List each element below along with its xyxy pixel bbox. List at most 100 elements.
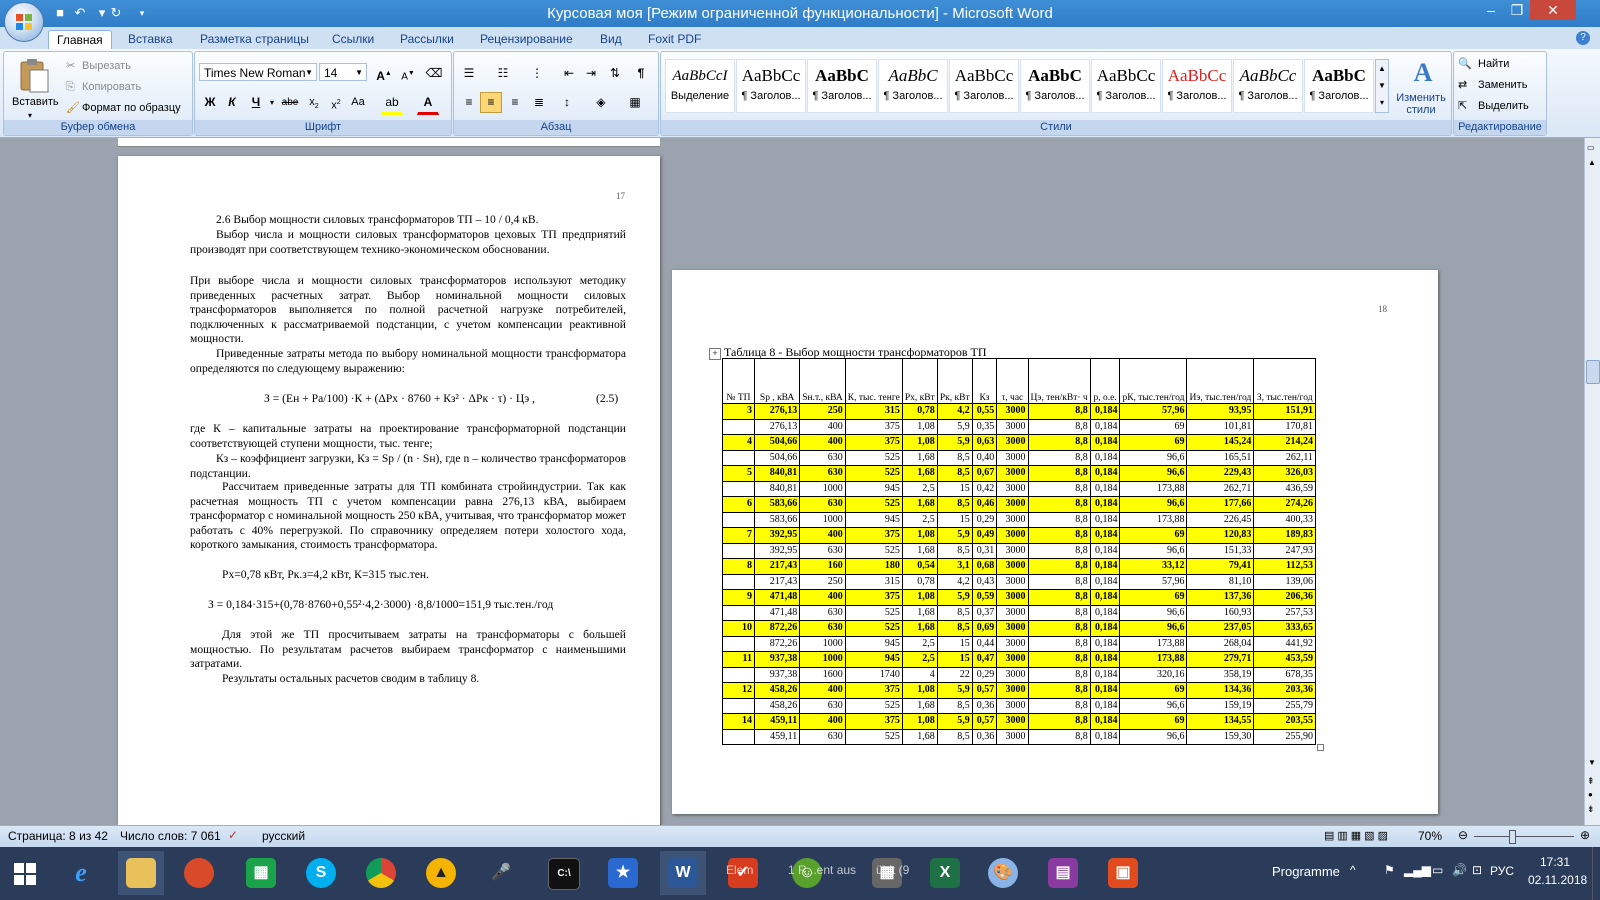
scroll-thumb[interactable] bbox=[1586, 360, 1600, 384]
multilevel-list-icon[interactable]: ⋮ bbox=[526, 63, 548, 84]
tab-review[interactable]: Рецензирование bbox=[472, 30, 581, 49]
bullets-icon[interactable]: ☰ bbox=[458, 63, 480, 84]
format-painter-icon[interactable]: 🖌 bbox=[66, 99, 80, 117]
taskbar-winrar[interactable]: ▤ bbox=[1040, 851, 1086, 895]
taskbar-app[interactable]: ▲ bbox=[418, 851, 464, 895]
zoom-slider[interactable] bbox=[1474, 836, 1574, 837]
view-buttons-icon[interactable]: ▤▥▦▧▨ bbox=[1324, 829, 1391, 842]
taskbar-chrome[interactable] bbox=[358, 851, 404, 895]
increase-indent-icon[interactable]: ⇥ bbox=[580, 63, 602, 84]
vertical-scrollbar[interactable]: ▭ ▲ ▼ ⇞ ● ⇟ bbox=[1584, 138, 1600, 825]
style-emphasis[interactable]: AaBbCcI Выделение bbox=[665, 59, 735, 113]
tray-expand-icon[interactable]: ^ bbox=[1350, 863, 1356, 877]
select-icon[interactable]: ⇱ bbox=[1458, 97, 1467, 115]
taskbar-excel[interactable]: X bbox=[922, 851, 968, 895]
zoom-out-icon[interactable]: ⊖ bbox=[1458, 828, 1468, 842]
input-language[interactable]: РУС bbox=[1490, 864, 1514, 878]
justify-icon[interactable]: ≣ bbox=[528, 92, 550, 113]
taskbar-cmd[interactable]: C:\ bbox=[540, 851, 586, 895]
scroll-up-icon[interactable]: ▲ bbox=[1588, 158, 1596, 167]
style-heading[interactable]: AaBbCc ¶ Заголов... bbox=[1162, 59, 1232, 113]
style-heading[interactable]: AaBbC ¶ Заголов... bbox=[807, 59, 877, 113]
select-button[interactable]: Выделить bbox=[1478, 97, 1529, 115]
copy-button[interactable]: Копировать bbox=[82, 78, 141, 96]
replace-button[interactable]: Заменить bbox=[1478, 76, 1527, 94]
shading-icon[interactable]: ◈ bbox=[590, 92, 612, 113]
find-icon[interactable]: 🔍 bbox=[1458, 55, 1472, 73]
show-desktop-button[interactable] bbox=[1592, 847, 1600, 900]
app-tray-icon[interactable]: ⊡ bbox=[1472, 863, 1482, 877]
zoom-level[interactable]: 70% bbox=[1418, 829, 1442, 843]
table-resize-handle-icon[interactable] bbox=[1317, 744, 1324, 751]
show-marks-icon[interactable]: ¶ bbox=[630, 63, 652, 84]
taskbar-app[interactable]: ▣ bbox=[1100, 851, 1146, 895]
tab-foxit-pdf[interactable]: Foxit PDF bbox=[640, 30, 709, 49]
close-icon[interactable]: ✕ bbox=[1530, 0, 1576, 20]
flag-icon[interactable]: ⚑ bbox=[1384, 863, 1395, 877]
office-button[interactable] bbox=[4, 2, 44, 42]
taskbar-word[interactable]: W bbox=[660, 851, 706, 895]
numbering-icon[interactable]: ☷ bbox=[492, 63, 514, 84]
network-icon[interactable]: ▂▄▆ bbox=[1404, 863, 1431, 877]
italic-icon[interactable]: К bbox=[221, 92, 243, 113]
highlight-icon[interactable]: ab bbox=[381, 92, 403, 115]
taskbar-app[interactable]: 🎤 bbox=[478, 851, 524, 895]
style-heading[interactable]: AaBbCc ¶ Заголов... bbox=[1091, 59, 1161, 113]
clear-format-icon[interactable]: ⌫ bbox=[423, 63, 445, 84]
prev-page-icon[interactable]: ⇞ bbox=[1587, 776, 1595, 787]
style-heading[interactable]: AaBbCc ¶ Заголов... bbox=[736, 59, 806, 113]
format-painter-button[interactable]: Формат по образцу bbox=[82, 99, 181, 117]
taskbar-app[interactable]: ☺ 1 R...ent aus bbox=[784, 851, 860, 895]
maximize-icon[interactable]: ❐ bbox=[1504, 0, 1530, 22]
bold-icon[interactable]: Ж bbox=[199, 92, 221, 113]
style-heading[interactable]: AaBbC ¶ Заголов... bbox=[1304, 59, 1374, 113]
borders-icon[interactable]: ▦ bbox=[624, 92, 646, 113]
paste-button[interactable]: Вставить bbox=[12, 93, 59, 111]
grow-font-icon[interactable]: A▲ bbox=[373, 63, 395, 84]
find-button[interactable]: Найти bbox=[1478, 55, 1509, 73]
decrease-indent-icon[interactable]: ⇤ bbox=[558, 63, 580, 84]
page-count[interactable]: Страница: 8 из 42 bbox=[8, 829, 108, 843]
tab-insert[interactable]: Вставка bbox=[120, 30, 181, 49]
tab-page-layout[interactable]: Разметка страницы bbox=[192, 30, 317, 49]
taskbar-internet-explorer[interactable]: e bbox=[58, 851, 104, 895]
taskbar-elem[interactable]: ✓ Elem bbox=[720, 851, 780, 895]
help-icon[interactable]: ? bbox=[1576, 31, 1590, 45]
tab-references[interactable]: Ссылки bbox=[324, 30, 382, 49]
tab-view[interactable]: Вид bbox=[592, 30, 630, 49]
styles-scroll-icon[interactable]: ▲ ▼ ▾ bbox=[1375, 59, 1389, 113]
taskbar-app[interactable] bbox=[176, 851, 222, 895]
proofing-icon[interactable]: ✓ bbox=[228, 828, 238, 842]
sort-icon[interactable]: ⇅ bbox=[604, 63, 626, 84]
taskbar-paint[interactable]: 🎨 bbox=[980, 851, 1026, 895]
align-left-icon[interactable]: ≡ bbox=[458, 92, 480, 113]
zoom-slider-thumb[interactable] bbox=[1509, 830, 1516, 844]
paste-icon[interactable] bbox=[18, 58, 50, 94]
superscript-icon[interactable]: x2 bbox=[325, 92, 347, 113]
volume-icon[interactable]: 🔊 bbox=[1452, 863, 1467, 877]
next-page-icon[interactable]: ⇟ bbox=[1587, 804, 1595, 815]
taskbar-app[interactable]: ★ bbox=[600, 851, 646, 895]
clock-time[interactable]: 17:31 bbox=[1540, 855, 1570, 869]
font-name-combo[interactable]: Times New Roman ▼ bbox=[199, 63, 317, 81]
shrink-font-icon[interactable]: A▼ bbox=[397, 63, 419, 84]
change-styles-icon[interactable]: A bbox=[1399, 58, 1447, 90]
tab-mailings[interactable]: Рассылки bbox=[392, 30, 462, 49]
browse-object-icon[interactable]: ● bbox=[1588, 790, 1593, 799]
style-heading[interactable]: AaBbCc ¶ Заголов... bbox=[949, 59, 1019, 113]
font-size-combo[interactable]: 14 ▼ bbox=[319, 63, 367, 81]
taskbar-explorer[interactable] bbox=[118, 851, 164, 895]
start-button[interactable] bbox=[2, 851, 48, 895]
change-case-icon[interactable]: Aa bbox=[347, 92, 369, 113]
line-spacing-icon[interactable]: ↕ bbox=[556, 92, 578, 113]
word-count[interactable]: Число слов: 7 061 bbox=[120, 829, 221, 843]
taskbar-store[interactable]: ▦ bbox=[238, 851, 284, 895]
replace-icon[interactable]: ⇄ bbox=[1458, 76, 1467, 94]
font-color-icon[interactable]: A bbox=[417, 92, 439, 115]
align-right-icon[interactable]: ≡ bbox=[504, 92, 526, 113]
strikethrough-icon[interactable]: abe bbox=[279, 92, 301, 113]
programme-toolbar[interactable]: Programme bbox=[1272, 864, 1340, 879]
style-heading[interactable]: AaBbCc ¶ Заголов... bbox=[1233, 59, 1303, 113]
taskbar-calculator[interactable]: ▦ ühlt (9 bbox=[864, 851, 920, 895]
cut-button[interactable]: Вырезать bbox=[82, 57, 131, 75]
